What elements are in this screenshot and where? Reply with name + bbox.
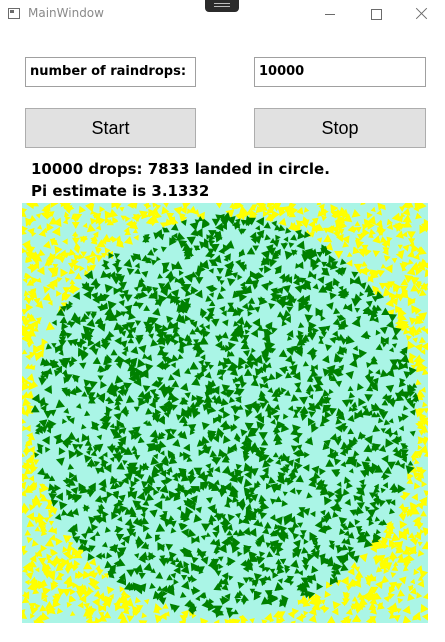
raindrop-canvas [22,203,428,623]
raindrops-count-input[interactable]: 10000 [254,57,426,87]
close-button[interactable] [399,0,445,30]
outside-drop [138,620,148,623]
start-button[interactable]: Start [25,108,196,148]
main-window: MainWindow number of raindrops: 10000 St… [0,0,445,642]
pi-estimate-text: Pi estimate is 3.1332 [31,182,210,200]
window-title: MainWindow [28,6,104,20]
stop-button[interactable]: Stop [254,108,426,148]
drag-handle[interactable] [205,0,239,12]
app-window-icon [8,8,20,19]
maximize-button[interactable] [353,0,399,30]
minimize-icon [325,14,335,15]
raindrop-plot [22,203,428,623]
minimize-button[interactable] [307,0,353,30]
close-icon [415,7,429,21]
title-bar[interactable]: MainWindow [0,0,445,30]
result-status-text: 10000 drops: 7833 landed in circle. [31,160,330,178]
maximize-icon [371,9,382,20]
raindrops-label-field[interactable]: number of raindrops: [25,57,196,87]
